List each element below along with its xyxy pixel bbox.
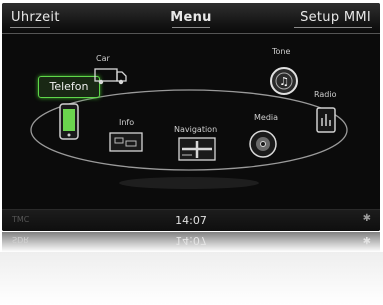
media-label: Media — [254, 113, 279, 122]
car-label: Car — [96, 54, 110, 63]
phone-icon[interactable] — [56, 102, 82, 142]
navigation-label: Navigation — [174, 125, 218, 134]
reflection-floor — [0, 252, 383, 305]
car-icon[interactable] — [94, 65, 128, 85]
radio-icon[interactable] — [315, 106, 337, 134]
mmi-screen: Uhrzeit Menu Setup MMI Telefon Car Tone … — [2, 3, 380, 231]
info-label: Info — [119, 118, 135, 127]
bluetooth-icon: ✱ — [362, 213, 371, 224]
info-icon[interactable] — [109, 132, 143, 152]
navigation-icon[interactable] — [178, 137, 216, 163]
screen-reflection: SDR 14:07 ✱ — [2, 232, 380, 252]
media-icon[interactable] — [248, 129, 278, 159]
telefon-label: Telefon — [49, 80, 89, 93]
telefon-selection[interactable]: Telefon — [38, 76, 100, 98]
status-clock: 14:07 — [175, 214, 207, 227]
status-bar: TMC 14:07 ✱ — [2, 209, 380, 231]
tone-label: Tone — [272, 47, 291, 56]
tone-icon[interactable]: ♫ — [269, 66, 299, 96]
radio-label: Radio — [314, 90, 337, 99]
reflected-bluetooth-icon: ✱ — [362, 234, 371, 245]
reflected-clock: 14:07 — [175, 234, 207, 247]
svg-text:♫: ♫ — [279, 75, 289, 88]
